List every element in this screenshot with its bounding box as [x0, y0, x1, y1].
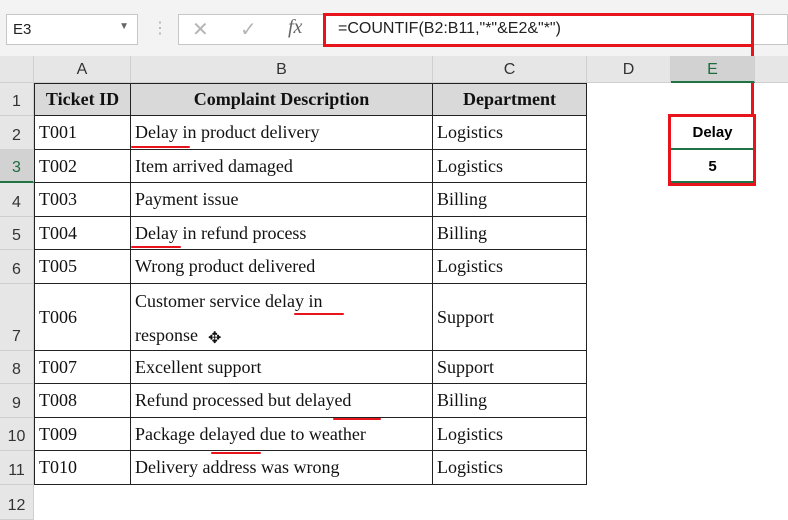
header-complaint-description[interactable]: Complaint Description — [131, 83, 433, 116]
cell-department[interactable]: Logistics — [433, 116, 587, 150]
cell-complaint-description[interactable]: Item arrived damaged — [131, 150, 433, 183]
row-header-10[interactable]: 10 — [0, 418, 34, 451]
cell-complaint-description[interactable]: Delivery address was wrong — [131, 451, 433, 485]
cell-ticket-id[interactable]: T008 — [34, 384, 131, 418]
row-header-7[interactable]: 7 — [0, 284, 34, 351]
name-box-value: E3 — [13, 21, 32, 38]
row-header-1[interactable]: 1 — [0, 83, 34, 116]
cell-complaint-description[interactable]: Payment issue — [131, 183, 433, 217]
column-header-e[interactable]: E — [671, 56, 755, 83]
cell-ticket-id[interactable]: T010 — [34, 451, 131, 485]
cell-complaint-description[interactable]: Delay in product delivery — [131, 116, 433, 150]
cell-ticket-id[interactable]: T007 — [34, 351, 131, 384]
cell-department[interactable]: Logistics — [433, 250, 587, 284]
insert-function-icon[interactable]: fx — [288, 16, 302, 39]
cell-complaint-description[interactable]: Package delayed due to weather — [131, 418, 433, 451]
cell-ticket-id[interactable]: T002 — [34, 150, 131, 183]
cell-ticket-id[interactable]: T006 — [34, 284, 131, 351]
cell-complaint-description[interactable]: Customer service delay in response — [131, 284, 433, 351]
header-department[interactable]: Department — [433, 83, 587, 116]
row-header-11[interactable]: 11 — [0, 451, 34, 485]
header-ticket-id[interactable]: Ticket ID — [34, 83, 131, 116]
column-header-b[interactable]: B — [131, 56, 433, 83]
cell-department[interactable]: Support — [433, 351, 587, 384]
column-header-a[interactable]: A — [34, 56, 131, 83]
cell-ticket-id[interactable]: T005 — [34, 250, 131, 284]
cell-department[interactable]: Logistics — [433, 451, 587, 485]
cancel-icon[interactable]: ✕ — [192, 17, 209, 42]
cell-complaint-description[interactable]: Wrong product delivered — [131, 250, 433, 284]
row-header-2[interactable]: 2 — [0, 116, 34, 150]
cell-department[interactable]: Billing — [433, 384, 587, 418]
chevron-down-icon[interactable]: ▼ — [119, 21, 129, 32]
row-header-5[interactable]: 5 — [0, 217, 34, 250]
name-box[interactable]: E3 ▼ — [6, 14, 138, 45]
underline-mark — [131, 146, 190, 148]
cell-ticket-id[interactable]: T004 — [34, 217, 131, 250]
delay-underline — [131, 246, 181, 248]
enter-icon[interactable]: ✓ — [240, 17, 257, 42]
delay-underline — [211, 452, 261, 454]
cell-complaint-description[interactable]: Refund processed but delayed — [131, 384, 433, 418]
row-header-6[interactable]: 6 — [0, 250, 34, 284]
row-header-4[interactable]: 4 — [0, 183, 34, 217]
cursor-icon: ✥ — [208, 330, 222, 347]
row-header-8[interactable]: 8 — [0, 351, 34, 384]
cell-department[interactable]: Logistics — [433, 150, 587, 183]
cell-complaint-description[interactable]: Excellent support — [131, 351, 433, 384]
column-header-d[interactable]: D — [587, 56, 671, 83]
delay-underline — [294, 313, 344, 315]
cell-department[interactable]: Billing — [433, 183, 587, 217]
drag-handle-icon[interactable]: ⋮ — [152, 18, 168, 38]
formula-highlight-box — [323, 13, 754, 47]
row-header-9[interactable]: 9 — [0, 384, 34, 418]
cell-department[interactable]: Billing — [433, 217, 587, 250]
result-highlight-box — [668, 114, 756, 186]
cell-department[interactable]: Support — [433, 284, 587, 351]
column-header-f[interactable] — [755, 56, 788, 83]
select-all-corner[interactable] — [0, 56, 34, 83]
cell-ticket-id[interactable]: T001 — [34, 116, 131, 150]
cell-ticket-id[interactable]: T009 — [34, 418, 131, 451]
cell-department[interactable]: Logistics — [433, 418, 587, 451]
row-header-12[interactable]: 12 — [0, 485, 34, 520]
column-header-c[interactable]: C — [433, 56, 587, 83]
delay-underline — [333, 418, 381, 420]
cell-ticket-id[interactable]: T003 — [34, 183, 131, 217]
row-header-3[interactable]: 3 — [0, 150, 34, 183]
delay-underline — [131, 146, 190, 148]
